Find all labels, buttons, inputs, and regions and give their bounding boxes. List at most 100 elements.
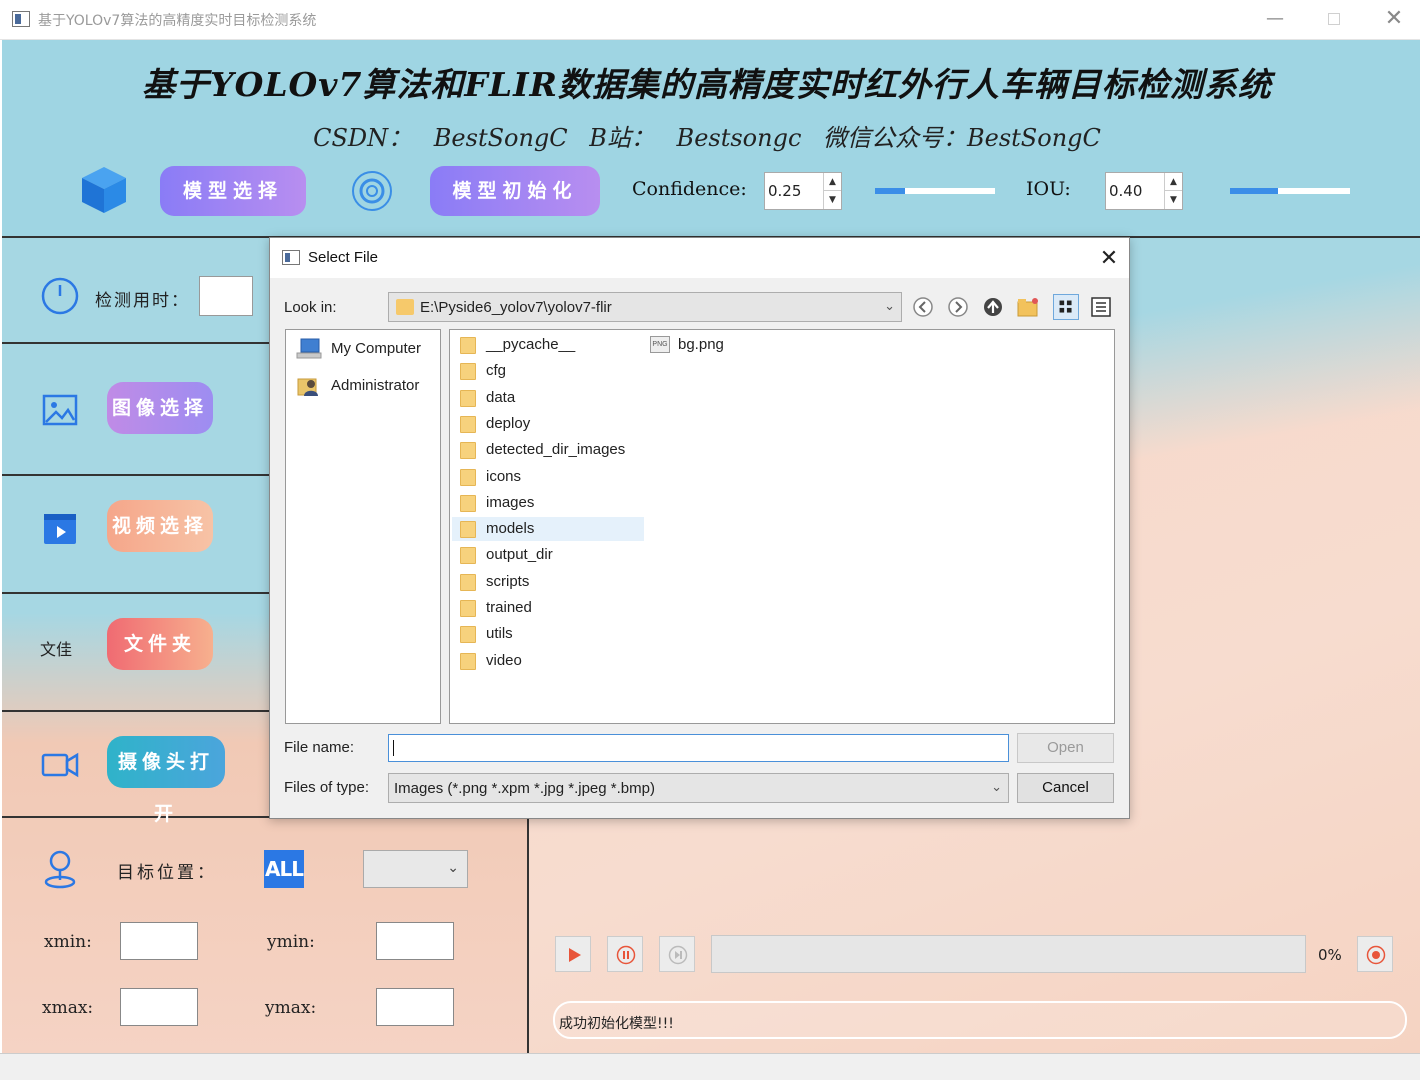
folder-select-button[interactable]: 文件夹 <box>107 618 213 670</box>
folder-item[interactable]: icons <box>452 465 644 489</box>
confidence-down-arrow[interactable]: ▼ <box>824 191 841 209</box>
iou-slider[interactable] <box>1230 188 1350 194</box>
folder-name: cfg <box>486 362 507 380</box>
status-bar: 成功初始化模型!!! <box>553 1001 1407 1039</box>
png-file-icon: PNG <box>650 336 670 353</box>
pause-icon <box>616 945 636 965</box>
maximize-button[interactable] <box>1312 4 1356 34</box>
dialog-close-button[interactable]: ✕ <box>1096 245 1122 271</box>
folder-item[interactable]: cfg <box>452 359 644 383</box>
xmax-label: xmax: <box>42 998 94 1018</box>
folder-name: icons <box>486 467 522 485</box>
dialog-titlebar: Select File ✕ <box>270 238 1129 278</box>
look-in-label: Look in: <box>284 299 337 316</box>
folder-icon <box>460 415 476 433</box>
folder-item[interactable]: deploy <box>452 412 644 436</box>
window-titlebar: 基于YOLOv7算法的高精度实时目标检测系统 — ✕ <box>0 0 1420 40</box>
folder-item[interactable]: output_dir <box>452 543 644 567</box>
folder-item[interactable]: video <box>452 649 644 673</box>
folder-icon <box>460 468 476 486</box>
folder-name: utils <box>486 625 513 643</box>
play-button[interactable] <box>555 936 591 972</box>
iou-up-arrow[interactable]: ▲ <box>1165 173 1182 191</box>
window-title: 基于YOLOv7算法的高精度实时目标检测系统 <box>38 13 317 29</box>
file-name-input[interactable] <box>388 734 1009 762</box>
confidence-spinbox[interactable]: 0.25 ▲ ▼ <box>764 172 842 210</box>
video-select-button[interactable]: 视频选择 <box>107 500 213 552</box>
folder-name: video <box>486 651 522 669</box>
open-button[interactable]: Open <box>1017 733 1114 763</box>
location-pin-icon <box>44 850 76 889</box>
folder-icon <box>460 547 476 565</box>
look-in-combo[interactable]: E:\Pyside6_yolov7\yolov7-flir ⌄ <box>388 292 902 322</box>
folder-item[interactable]: models <box>452 517 644 542</box>
folder-item[interactable]: images <box>452 491 644 515</box>
folder-icon <box>460 573 476 591</box>
folder-icon <box>460 626 476 644</box>
new-folder-icon[interactable] <box>1015 294 1041 320</box>
folder-item[interactable]: trained <box>452 596 644 620</box>
folder-icon <box>460 521 476 539</box>
image-select-button[interactable]: 图像选择 <box>107 382 213 434</box>
header-panel: 基于YOLOv7算法和FLIR数据集的高精度实时红外行人车辆目标检测系统 CSD… <box>2 40 1420 238</box>
ymax-label: ymax: <box>265 998 317 1018</box>
places-sidebar: My Computer Administrator <box>285 329 441 724</box>
confidence-slider[interactable] <box>875 188 995 194</box>
xmin-label: xmin: <box>44 932 92 952</box>
iou-spinbox[interactable]: 0.40 ▲ ▼ <box>1105 172 1183 210</box>
folder-name: deploy <box>486 414 531 432</box>
pause-button[interactable] <box>607 936 643 972</box>
select-file-dialog: Select File ✕ Look in: E:\Pyside6_yolov7… <box>269 237 1130 819</box>
confidence-slider-fill <box>875 188 905 194</box>
camera-icon <box>41 752 79 778</box>
camera-open-button[interactable]: 摄像头打开 <box>107 736 225 825</box>
file-item[interactable]: PNG bg.png <box>650 333 800 357</box>
sidebar-item-administrator[interactable]: Administrator <box>296 373 436 399</box>
sidebar-item-my-computer[interactable]: My Computer <box>296 336 436 362</box>
clock-icon <box>41 277 79 315</box>
app-icon <box>12 11 30 27</box>
model-init-button[interactable]: 模型初始化 <box>430 166 600 216</box>
detail-view-icon[interactable] <box>1088 294 1114 320</box>
target-select-dropdown[interactable]: ⌄ <box>363 850 468 888</box>
ymax-field <box>376 988 454 1026</box>
user-icon <box>297 378 318 396</box>
minimize-button[interactable]: — <box>1253 4 1297 34</box>
folder-name: __pycache__ <box>486 336 576 353</box>
folder-text: 文佳 <box>40 640 73 659</box>
folder-item[interactable]: utils <box>452 622 644 646</box>
model-select-button[interactable]: 模型选择 <box>160 166 306 216</box>
stop-icon <box>1366 945 1386 965</box>
folder-name: data <box>486 388 516 406</box>
timing-value-box <box>199 276 253 316</box>
cancel-button[interactable]: Cancel <box>1017 773 1114 803</box>
folder-name: models <box>486 520 535 538</box>
step-button[interactable] <box>659 936 695 972</box>
folder-item[interactable]: data <box>452 386 644 410</box>
folder-item[interactable]: detected_dir_images <box>452 438 644 462</box>
folder-icon <box>460 442 476 460</box>
confidence-label: Confidence: <box>632 178 747 200</box>
iou-down-arrow[interactable]: ▼ <box>1165 191 1182 209</box>
confidence-up-arrow[interactable]: ▲ <box>824 173 841 191</box>
back-icon[interactable] <box>910 294 936 320</box>
close-window-button[interactable]: ✕ <box>1372 4 1416 34</box>
folder-icon <box>460 337 476 354</box>
xmin-field <box>120 922 198 960</box>
files-of-type-combo[interactable]: Images (*.png *.xpm *.jpg *.jpeg *.bmp) … <box>388 773 1009 803</box>
gear-icon <box>352 171 392 211</box>
folder-name: detected_dir_images <box>486 441 626 459</box>
bottom-strip <box>0 1053 1420 1080</box>
forward-icon[interactable] <box>945 294 971 320</box>
folder-name: scripts <box>486 572 530 590</box>
folder-item[interactable]: __pycache__ <box>452 333 644 357</box>
computer-icon <box>296 338 322 359</box>
xmax-field <box>120 988 198 1026</box>
file-name: bg.png <box>678 336 724 353</box>
parent-directory-icon[interactable] <box>980 294 1006 320</box>
timing-label: 检测用时： <box>95 291 190 311</box>
list-view-icon[interactable] <box>1053 294 1079 320</box>
folder-item[interactable]: scripts <box>452 570 644 594</box>
folder-icon <box>396 299 414 315</box>
stop-button[interactable] <box>1357 936 1393 972</box>
